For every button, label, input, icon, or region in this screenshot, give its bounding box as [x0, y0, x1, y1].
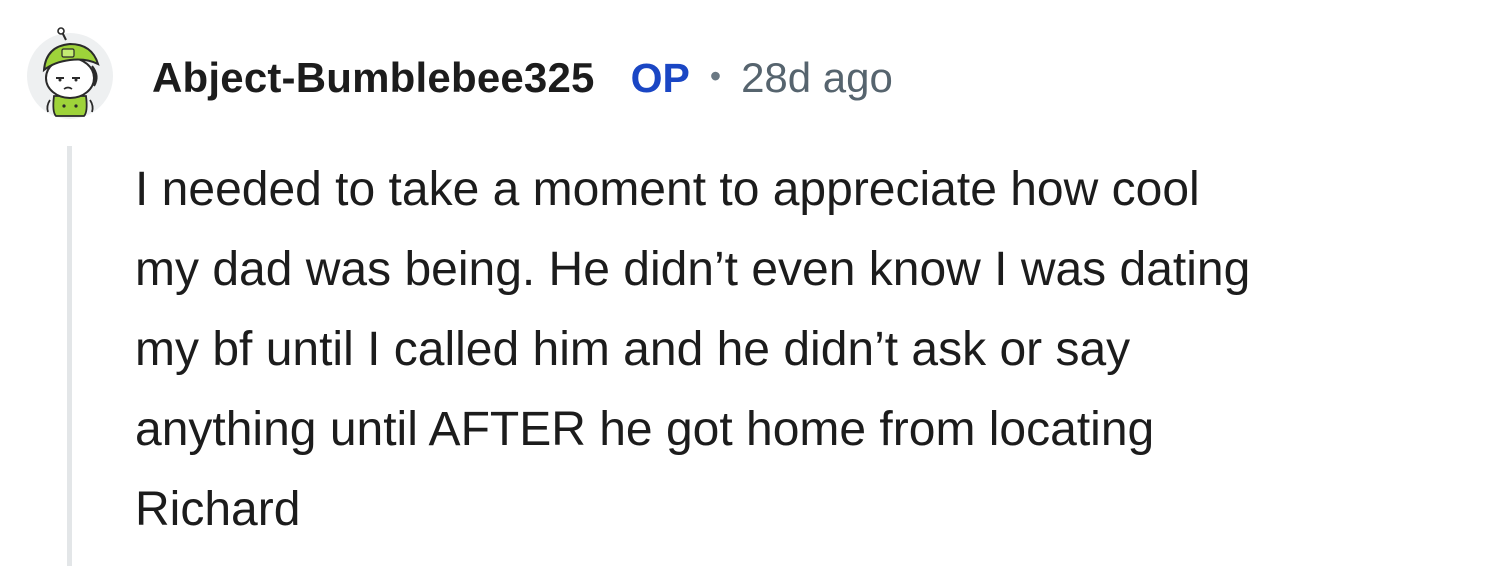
comment-body-line: my dad was being. He didn’t even know I … — [135, 243, 1251, 296]
comment-body: I needed to take a moment to appreciate … — [135, 150, 1487, 550]
comment-body-line: anything until AFTER he got home from lo… — [135, 403, 1155, 456]
comment-body-line: Richard — [135, 483, 301, 536]
comment-body-line: I needed to take a moment to appreciate … — [135, 163, 1200, 216]
snoo-avatar-icon — [27, 27, 113, 119]
comment-meta: Abject-Bumblebee325 OP • 28d ago — [152, 50, 893, 106]
author-username[interactable]: Abject-Bumblebee325 — [152, 54, 595, 102]
op-badge: OP — [630, 54, 690, 101]
comment: Abject-Bumblebee325 OP • 28d ago I neede… — [0, 0, 1492, 566]
comment-timestamp[interactable]: 28d ago — [741, 54, 893, 102]
thread-line[interactable] — [67, 146, 72, 566]
avatar[interactable] — [26, 26, 114, 120]
comment-body-line: my bf until I called him and he didn’t a… — [135, 323, 1131, 376]
separator-dot: • — [709, 57, 722, 94]
